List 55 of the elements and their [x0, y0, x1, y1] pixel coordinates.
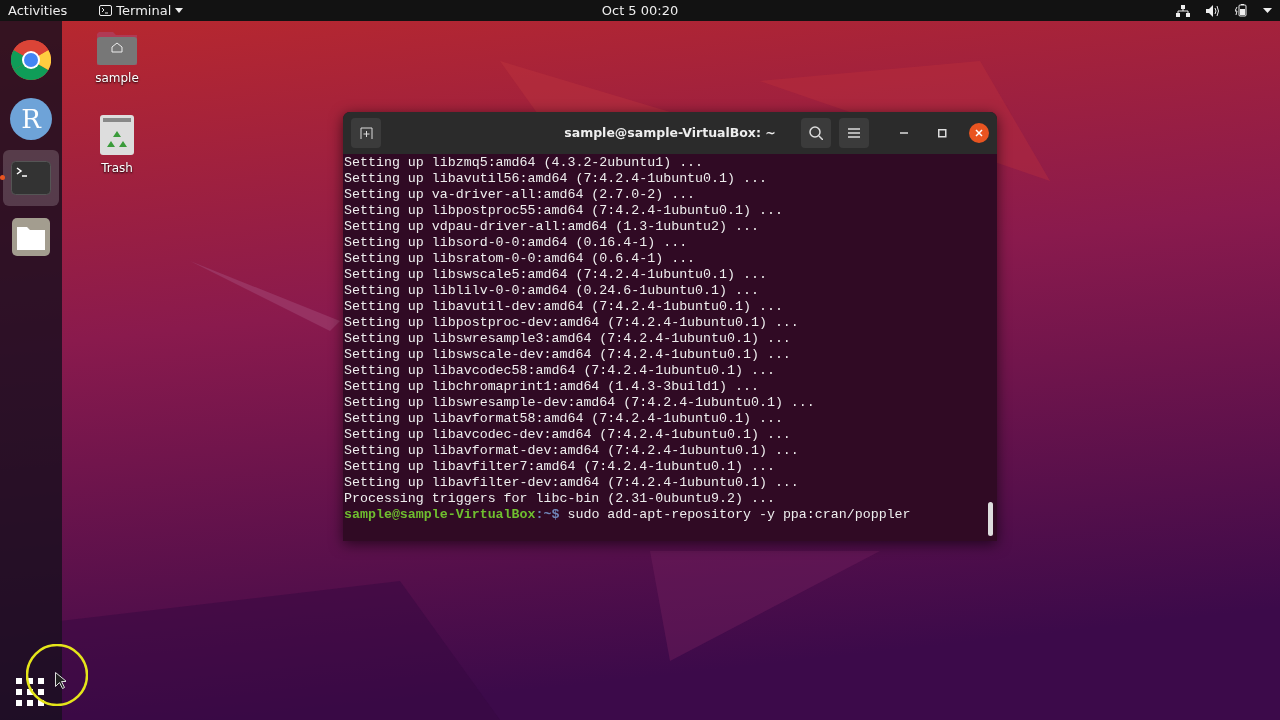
volume-icon[interactable] — [1206, 4, 1219, 17]
app-menu[interactable]: Terminal — [91, 0, 184, 21]
folder-icon — [12, 218, 50, 256]
output-line: Setting up libchromaprint1:amd64 (1.4.3-3build1) ... — [344, 379, 760, 395]
output-line: Setting up libswresample-dev:amd64 (7:4.2.4-1ubuntu0.1) ... — [344, 395, 816, 411]
activities-button[interactable]: Activities — [8, 0, 68, 21]
apps-grid-icon[interactable] — [16, 678, 44, 706]
caret-icon — [175, 8, 184, 13]
output-line: Setting up libavfilter7:amd64 (7:4.2.4-1ubuntu0.1) ... — [344, 459, 776, 475]
prompt-line[interactable]: sample@sample-VirtualBox:~$ sudo add-apt-repository -y ppa:cran/poppler — [344, 507, 996, 523]
output-line: Setting up libzmq5:amd64 (4.3.2-2ubuntu1) ... — [344, 155, 705, 171]
new-tab-button[interactable] — [351, 118, 381, 148]
output-line: Setting up liblilv-0-0:amd64 (0.24.6-1ubuntu0.1) ... — [344, 283, 760, 299]
output-line: Setting up libsratom-0-0:amd64 (0.6.4-1) ... — [344, 251, 697, 267]
output-line: Processing triggers for libc-bin (2.31-0ubuntu9.2) ... — [344, 491, 776, 507]
scrollbar[interactable] — [988, 502, 993, 536]
home-folder-icon[interactable] — [97, 29, 137, 65]
output-line: Setting up libavfilter-dev:amd64 (7:4.2.4-1ubuntu0.1) ... — [344, 475, 800, 491]
output-line: Setting up vdpau-driver-all:amd64 (1.3-1ubuntu2) ... — [344, 219, 760, 235]
close-button[interactable] — [969, 123, 989, 143]
close-icon — [975, 129, 983, 137]
menu-button[interactable] — [839, 118, 869, 148]
menu-icon — [848, 128, 860, 138]
output-line: Setting up libswscale-dev:amd64 (7:4.2.4-1ubuntu0.1) ... — [344, 347, 792, 363]
output-line: Setting up libavformat-dev:amd64 (7:4.2.4-1ubuntu0.1) ... — [344, 443, 800, 459]
pointer-icon — [55, 672, 66, 689]
clock[interactable]: Oct 5 00:20 — [601, 0, 679, 21]
trash-label: Trash — [101, 160, 133, 177]
terminal-icon — [99, 5, 113, 16]
search-icon — [809, 126, 823, 140]
battery-icon[interactable] — [1235, 4, 1247, 17]
window-title: sample@sample-VirtualBox: ~ — [564, 123, 776, 142]
new-tab-icon — [359, 126, 373, 140]
output-line: Setting up libavcodec-dev:amd64 (7:4.2.4-1ubuntu0.1) ... — [344, 427, 792, 443]
output-line: Setting up va-driver-all:amd64 (2.7.0-2) ... — [344, 187, 697, 203]
trash-icon[interactable] — [100, 115, 134, 155]
output-line: Setting up libavformat58:amd64 (7:4.2.4-1ubuntu0.1) ... — [344, 411, 784, 427]
r-app-icon: R — [10, 98, 52, 140]
folder-label: sample — [95, 70, 139, 87]
output-line: Setting up libavutil-dev:amd64 (7:4.2.4-1ubuntu0.1) ... — [344, 299, 784, 315]
output-line: Setting up libavutil56:amd64 (7:4.2.4-1ubuntu0.1) ... — [344, 171, 768, 187]
system-menu-icon[interactable] — [1263, 8, 1272, 13]
output-line: Setting up libswscale5:amd64 (7:4.2.4-1ubuntu0.1) ... — [344, 267, 768, 283]
highlight-ring — [26, 644, 88, 706]
maximize-icon — [937, 128, 947, 138]
network-icon[interactable] — [1176, 4, 1190, 17]
minimize-icon — [900, 132, 908, 134]
browser-icon — [11, 40, 51, 80]
search-button[interactable] — [801, 118, 831, 148]
output-line: Setting up libpostproc55:amd64 (7:4.2.4-1ubuntu0.1) ... — [344, 203, 784, 219]
output-line: Setting up libavcodec58:amd64 (7:4.2.4-1ubuntu0.1) ... — [344, 363, 776, 379]
terminal-icon — [11, 161, 51, 195]
output-line: Setting up libswresample3:amd64 (7:4.2.4-1ubuntu0.1) ... — [344, 331, 792, 347]
output-line: Setting up libpostproc-dev:amd64 (7:4.2.4-1ubuntu0.1) ... — [344, 315, 800, 331]
output-line: Setting up libsord-0-0:amd64 (0.16.4-1) ... — [344, 235, 689, 251]
